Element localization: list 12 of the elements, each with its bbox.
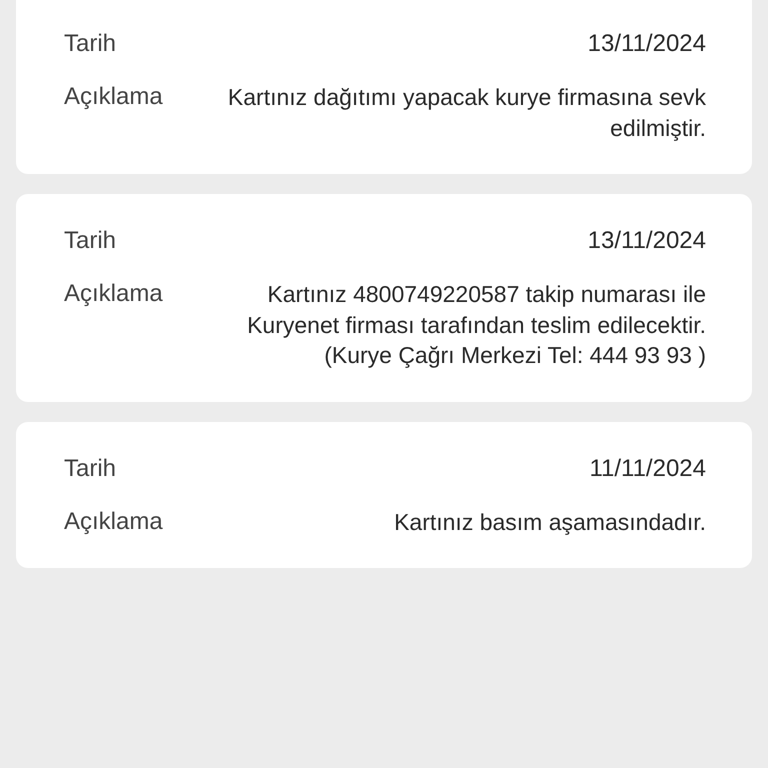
date-label: Tarih	[64, 226, 116, 256]
description-text: Kartınız 4800749220587 takip numarası ile Kuryenet firması tarafından teslim edilecektir.(Kurye Çağrı Merkezi Tel: 444 93 93 )	[246, 280, 706, 370]
date-value: 13/11/2024	[588, 226, 706, 256]
description-label: Açıklama	[64, 506, 163, 536]
description-label: Açıklama	[64, 279, 163, 309]
date-label: Tarih	[64, 454, 116, 484]
date-value: 11/11/2024	[589, 454, 706, 484]
date-value: 13/11/2024	[588, 29, 706, 59]
description-text: Kartınız basım aşamasındadır.	[393, 508, 706, 537]
description-text: Kartınız dağıtımı yapacak kurye firmasına sevk edilmiştir.	[226, 83, 706, 143]
description-label: Açıklama	[64, 82, 163, 112]
date-label: Tarih	[64, 29, 116, 59]
